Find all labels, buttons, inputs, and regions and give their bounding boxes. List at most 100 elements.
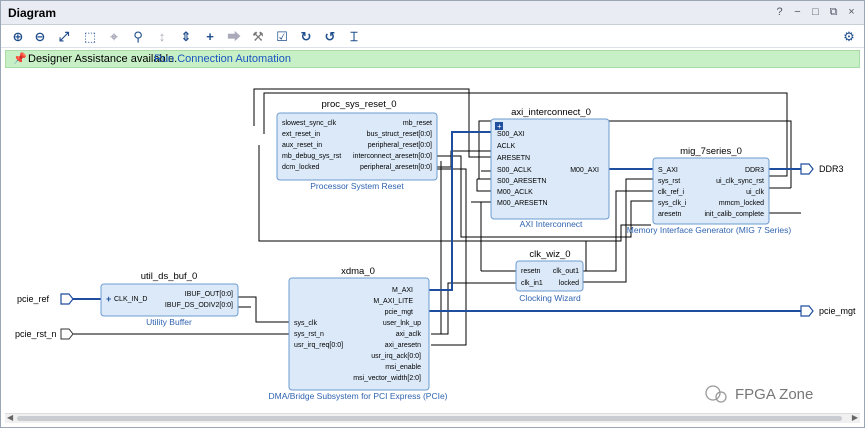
validate-icon[interactable]: ☑	[273, 28, 291, 46]
port-label: IBUF_OUT[0:0]	[185, 291, 233, 298]
designer-assistance-banner: 📌 Designer Assistance available. Run Con…	[5, 50, 860, 68]
watermark: FPGA Zone	[705, 385, 813, 403]
port-label: resetn	[521, 268, 541, 275]
port-label: M_AXI_LITE	[373, 298, 413, 305]
port-label: bus_struct_reset[0:0]	[367, 131, 432, 138]
port-label: aux_reset_in	[282, 142, 322, 149]
port-label: M00_ACLK	[497, 189, 533, 196]
block-title: mig_7series_0	[680, 146, 742, 157]
port-label: IBUF_DS_ODIV2[0:0]	[165, 302, 233, 309]
block-subtitle: AXI Interconnect	[520, 219, 583, 229]
block-subtitle: DMA/Bridge Subsystem for PCI Express (PC…	[268, 391, 447, 401]
port-label: slowest_sync_clk	[282, 120, 337, 127]
title-bar: Diagram ? − □ ⧉ ×	[1, 1, 864, 25]
port-label: M_AXI	[392, 287, 413, 294]
diagram-window: Diagram ? − □ ⧉ × ⊕ ⊖ ⤢ ⬚ ⌖ ⚲ ↕ ⇕ + ⮕ ⚒ …	[0, 0, 865, 428]
layout-icon[interactable]: ⌶	[345, 28, 363, 46]
run-connection-automation-link[interactable]: Run Connection Automation	[154, 53, 291, 65]
settings-icon[interactable]: ⚙	[840, 28, 858, 46]
port-label: S00_ARESETN	[497, 178, 546, 185]
scroll-left-icon[interactable]: ◀	[7, 413, 13, 422]
port-label: locked	[559, 280, 579, 287]
zoom-area-icon[interactable]: ⬚	[81, 28, 99, 46]
port-label: sys_clk	[294, 320, 317, 327]
external-port-ddr3[interactable]: DDR3	[800, 163, 844, 175]
block-title: axi_interconnect_0	[511, 107, 591, 118]
collapse-icon[interactable]: ↕	[153, 28, 171, 46]
maximize-icon[interactable]: □	[809, 5, 822, 19]
port-label: sys_clk_i	[658, 200, 687, 207]
diagram-canvas[interactable]: .blk { fill: #dbe9f8; stroke: #6d9bd1; s…	[1, 69, 864, 411]
port-label: msi_vector_width[2:0]	[353, 375, 421, 382]
port-label: M00_AXI	[570, 167, 599, 174]
port-label: ui_clk_sync_rst	[716, 178, 764, 185]
port-label: ACLK	[497, 143, 516, 150]
port-label: S_AXI	[658, 167, 678, 174]
port-label: S00_AXI	[497, 131, 525, 138]
block-subtitle: Processor System Reset	[310, 181, 404, 191]
port-label: ARESETN	[497, 155, 530, 162]
external-port-pcie-ref[interactable]: pcie_ref	[17, 293, 74, 305]
port-label: usr_irq_req[0:0]	[294, 342, 343, 349]
port-label: M00_ARESETN	[497, 200, 548, 207]
block-clk-wiz[interactable]: clk_wiz_0 resetn clk_in1 clk_out1 locked…	[515, 249, 584, 303]
block-subtitle: Clocking Wizard	[519, 293, 581, 303]
port-label: peripheral_reset[0:0]	[368, 142, 432, 149]
port-label: clk_out1	[553, 268, 579, 275]
block-axi-interconnect[interactable]: axi_interconnect_0 + S00_AXI ACLK ARESET…	[490, 107, 610, 229]
port-label: ui_clk	[746, 189, 764, 196]
scrollbar-thumb[interactable]	[17, 416, 842, 421]
pin-icon: 📌	[13, 53, 27, 65]
port-label: axi_aclk	[396, 331, 422, 338]
expand-icon[interactable]: ⇕	[177, 28, 195, 46]
search-icon[interactable]: ⚲	[129, 28, 147, 46]
port-label: S00_ACLK	[497, 167, 532, 174]
port-label: init_calib_complete	[704, 211, 764, 218]
block-title: util_ds_buf_0	[141, 271, 198, 282]
port-label: clk_in1	[521, 280, 543, 287]
window-controls: ? − □ ⧉ ×	[773, 5, 858, 19]
port-label: user_lnk_up	[383, 320, 421, 327]
horizontal-scrollbar[interactable]: ◀ ▶	[5, 413, 860, 423]
zoom-out-icon[interactable]: ⊖	[31, 28, 49, 46]
block-subtitle: Memory Interface Generator (MIG 7 Series…	[627, 225, 792, 235]
block-title: clk_wiz_0	[529, 249, 570, 260]
port-label: peripheral_aresetn[0:0]	[360, 164, 432, 171]
close-icon[interactable]: ×	[845, 5, 858, 19]
refresh-icon[interactable]: ↻	[297, 28, 315, 46]
port-name: pcie_mgt	[819, 306, 856, 316]
port-label: pcie_mgt	[385, 309, 413, 316]
external-port-pcie-mgt[interactable]: pcie_mgt	[800, 305, 856, 317]
block-proc-sys-reset[interactable]: proc_sys_reset_0 slowest_sync_clk ext_re…	[276, 99, 438, 191]
port-label: msi_enable	[385, 364, 421, 371]
window-title: Diagram	[8, 6, 57, 20]
port-label: clk_ref_i	[658, 189, 685, 196]
port-label: sys_rst	[658, 178, 680, 185]
port-label: DDR3	[745, 167, 764, 174]
minimize-icon[interactable]: −	[791, 5, 804, 19]
block-xdma[interactable]: xdma_0 sys_clk sys_rst_n usr_irq_req[0:0…	[268, 266, 447, 401]
external-port-pcie-rst-n[interactable]: pcie_rst_n	[15, 328, 74, 340]
add-ip-icon[interactable]: +	[201, 28, 219, 46]
port-label: axi_aresetn	[385, 342, 421, 349]
block-diagram-svg: .blk { fill: #dbe9f8; stroke: #6d9bd1; s…	[15, 88, 856, 403]
port-label: dcm_locked	[282, 164, 319, 171]
add-module-icon[interactable]: ⮕	[225, 28, 243, 46]
port-label: aresetn	[658, 211, 681, 218]
fit-icon[interactable]: ⤢	[55, 28, 73, 46]
block-title: proc_sys_reset_0	[322, 99, 397, 110]
block-util-ds-buf[interactable]: util_ds_buf_0 + CLK_IN_D IBUF_OUT[0:0] I…	[100, 271, 239, 327]
port-label: usr_irq_ack[0:0]	[371, 353, 421, 360]
float-icon[interactable]: ⧉	[827, 5, 840, 19]
svg-text:+: +	[106, 294, 111, 304]
port-label: ext_reset_in	[282, 131, 320, 138]
autofit-icon[interactable]: ⌖	[105, 28, 123, 46]
zoom-in-icon[interactable]: ⊕	[9, 28, 27, 46]
diagram-toolbar: ⊕ ⊖ ⤢ ⬚ ⌖ ⚲ ↕ ⇕ + ⮕ ⚒ ☑ ↻ ↺ ⌶ ⚙	[1, 26, 864, 48]
help-icon[interactable]: ?	[773, 5, 786, 19]
properties-icon[interactable]: ⚒	[249, 28, 267, 46]
scroll-right-icon[interactable]: ▶	[852, 413, 858, 422]
port-name: pcie_rst_n	[15, 329, 57, 339]
block-title: xdma_0	[341, 266, 375, 277]
regenerate-icon[interactable]: ↺	[321, 28, 339, 46]
